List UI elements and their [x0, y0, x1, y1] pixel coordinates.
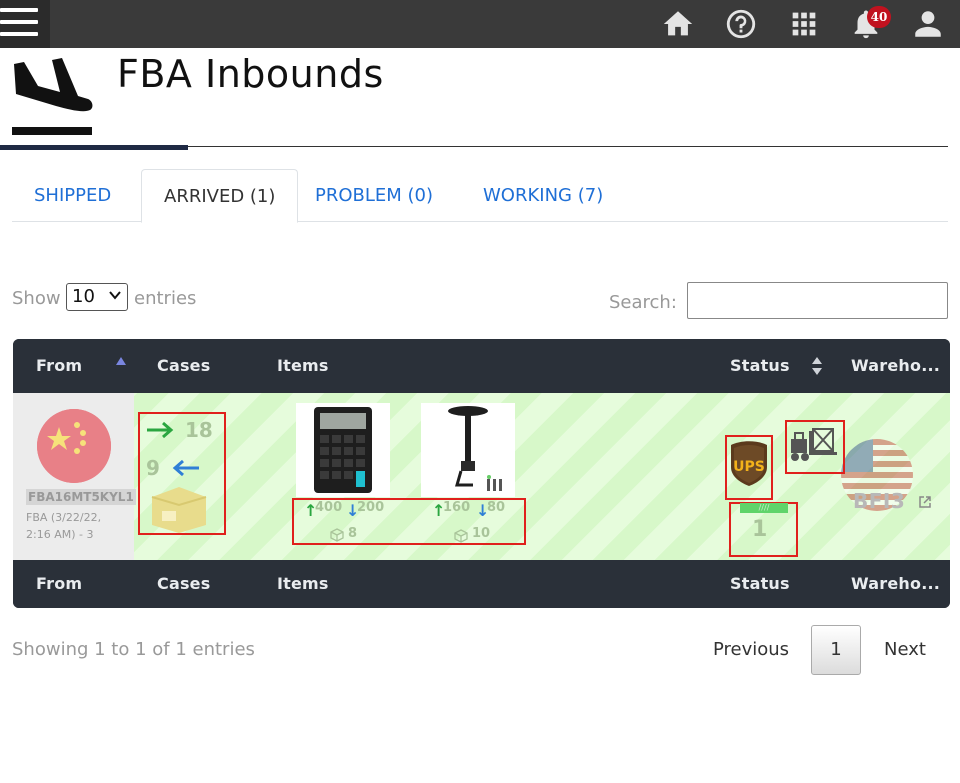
package-icon: [330, 528, 344, 542]
status-count: 1: [752, 517, 768, 542]
cases-received: 9: [146, 456, 160, 480]
next-page-button[interactable]: Next: [876, 625, 934, 675]
header-accent-bar: [0, 145, 188, 150]
entries-per-page-select[interactable]: 10: [66, 283, 128, 311]
footer-column-items[interactable]: Items: [277, 560, 329, 608]
entries-select-value: 10: [72, 286, 95, 307]
ups-logo-icon[interactable]: UPS: [729, 439, 769, 487]
tab-working[interactable]: WORKING (7): [461, 169, 625, 222]
shipment-id[interactable]: FBA16MT5KYL1: [26, 489, 136, 505]
status-progress-bar: ////: [740, 503, 788, 513]
sort-both-icon: [812, 357, 822, 375]
page-title: FBA Inbounds: [117, 52, 384, 96]
hamburger-menu-button[interactable]: [0, 0, 50, 48]
column-header-warehouse[interactable]: Wareho...: [851, 339, 940, 393]
status-tabs: SHIPPED ARRIVED (1) PROBLEM (0) WORKING …: [12, 169, 948, 223]
show-label: Show: [12, 288, 61, 309]
search-input[interactable]: [687, 282, 948, 319]
cases-sent: 18: [185, 418, 213, 442]
warehouse-code: BFI3: [853, 489, 906, 513]
china-flag-icon: [37, 409, 111, 483]
sort-ascending-icon: [116, 357, 126, 365]
tab-problem[interactable]: PROBLEM (0): [293, 169, 455, 222]
table-info: Showing 1 to 1 of 1 entries: [12, 639, 255, 660]
ups-logo-text: UPS: [733, 459, 765, 475]
previous-page-button[interactable]: Previous: [706, 625, 796, 675]
from-cell: FBA16MT5KYL1 FBA (3/22/22, 2:16 AM) - 3: [13, 393, 136, 560]
table-row[interactable]: FBA16MT5KYL1 FBA (3/22/22, 2:16 AM) - 3 …: [13, 393, 950, 560]
footer-column-warehouse[interactable]: Wareho...: [851, 560, 940, 608]
calculator-image[interactable]: [296, 403, 390, 497]
tab-arrived[interactable]: ARRIVED (1): [141, 169, 299, 223]
footer-column-cases[interactable]: Cases: [157, 560, 210, 608]
search-label: Search:: [609, 292, 677, 313]
item-2-sent: 160: [443, 500, 471, 515]
arrow-right-icon: [147, 421, 174, 439]
home-icon[interactable]: [658, 4, 698, 44]
column-header-items[interactable]: Items: [277, 339, 329, 393]
box-icon: [151, 487, 207, 533]
arrow-left-icon: [172, 459, 199, 477]
table-header: From Cases Items Status Wareho...: [13, 339, 950, 393]
page-1-button[interactable]: 1: [811, 625, 861, 675]
hamburger-icon: [0, 8, 38, 12]
tab-shipped[interactable]: SHIPPED: [12, 169, 133, 222]
shipment-date: FBA (3/22/22,: [26, 511, 102, 524]
plane-arrival-icon: [12, 58, 93, 135]
ceiling-mount-image[interactable]: [421, 403, 515, 497]
footer-column-from[interactable]: From: [36, 560, 82, 608]
entries-label: entries: [134, 288, 197, 309]
chevron-down-icon: [109, 291, 121, 300]
footer-column-status[interactable]: Status: [730, 560, 790, 608]
column-header-status[interactable]: Status: [730, 339, 790, 393]
table-footer: From Cases Items Status Wareho...: [13, 560, 950, 608]
column-header-from[interactable]: From: [36, 339, 82, 393]
package-icon: [454, 529, 468, 543]
hamburger-line: [0, 20, 38, 24]
shipment-meta: FBA (3/22/22, 2:16 AM) - 3: [26, 509, 131, 543]
item-2-cases: 10: [472, 526, 491, 541]
notification-count-badge[interactable]: 40: [867, 6, 891, 28]
hamburger-line: [0, 32, 38, 36]
shipment-time-count: 2:16 AM) - 3: [26, 528, 94, 541]
item-1-received: 200: [357, 500, 385, 515]
item-2-received: 80: [487, 500, 506, 515]
top-navbar: 40: [0, 0, 960, 48]
forklift-icon[interactable]: [789, 425, 841, 465]
apps-grid-icon[interactable]: [784, 4, 824, 44]
user-icon[interactable]: [908, 4, 948, 44]
item-1-sent: 400: [315, 500, 343, 515]
external-link-icon[interactable]: [918, 495, 932, 509]
inbounds-table: From Cases Items Status Wareho... FBA16M…: [13, 339, 950, 608]
item-1-cases: 8: [348, 526, 358, 541]
column-header-cases[interactable]: Cases: [157, 339, 210, 393]
help-icon[interactable]: [721, 4, 761, 44]
